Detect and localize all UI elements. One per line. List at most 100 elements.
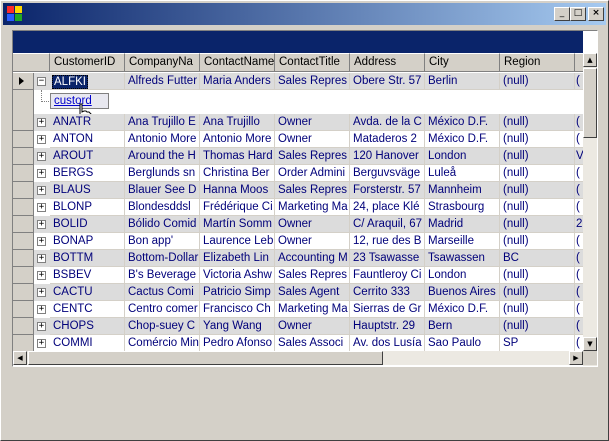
grid-cell[interactable]: BC (500, 250, 575, 267)
table-row[interactable]: + BLONP Blondesddsl Frédérique Ci Marketing … (13, 199, 585, 216)
row-header[interactable] (13, 148, 34, 165)
grid-cell[interactable]: Sales Repres (275, 148, 350, 165)
column-header[interactable]: CompanyNa (125, 53, 200, 72)
grid-cell[interactable]: CACTU (50, 284, 125, 301)
grid-cell[interactable]: Hanna Moos (200, 182, 275, 199)
grid-cell[interactable]: México D.F. (425, 301, 500, 318)
grid-cell[interactable]: (null) (500, 199, 575, 216)
grid-cell[interactable]: (null) (500, 216, 575, 233)
grid-cell[interactable]: México D.F. (425, 131, 500, 148)
grid-cell[interactable]: C/ Araquil, 67 (350, 216, 425, 233)
grid-cell[interactable]: México D.F. (425, 114, 500, 131)
table-row[interactable]: + BOTTM Bottom-Dollar Elizabeth Lin Accounti… (13, 250, 585, 267)
grid-cell[interactable]: London (425, 148, 500, 165)
vertical-scroll-thumb[interactable] (583, 68, 597, 138)
grid-cell[interactable]: Bottom-Dollar (125, 250, 200, 267)
horizontal-scroll-thumb[interactable] (28, 351, 383, 365)
table-row[interactable]: + BLAUS Blauer See D Hanna Moos Sales Repres… (13, 182, 585, 199)
grid-cell[interactable]: Centro comer (125, 301, 200, 318)
grid-cell[interactable]: (null) (500, 284, 575, 301)
grid-cell[interactable]: (null) (500, 233, 575, 250)
expand-icon[interactable]: + (34, 284, 50, 301)
grid-cell[interactable]: Maria Anders (200, 73, 275, 90)
grid-cell[interactable]: (null) (500, 301, 575, 318)
row-header[interactable] (13, 233, 34, 250)
row-header[interactable] (13, 131, 34, 148)
vertical-scrollbar[interactable]: ▲ ▼ (583, 53, 597, 366)
grid-cell[interactable]: Sales Repres (275, 267, 350, 284)
grid-cell[interactable]: Av. dos Lusía (350, 335, 425, 352)
grid-cell[interactable]: Blauer See D (125, 182, 200, 199)
expand-icon[interactable]: + (34, 318, 50, 335)
grid-cell[interactable]: (null) (500, 267, 575, 284)
table-row[interactable]: − ALFKI Alfreds Futter Maria Anders Sales Re… (13, 73, 585, 90)
grid-cell[interactable]: Owner (275, 216, 350, 233)
grid-cell[interactable]: BLONP (50, 199, 125, 216)
grid-cell[interactable]: Pedro Afonso (200, 335, 275, 352)
grid-cell[interactable]: Bon app' (125, 233, 200, 250)
table-row[interactable]: + CACTU Cactus Comi Patricio Simp Sales Agen… (13, 284, 585, 301)
grid-cell[interactable]: Yang Wang (200, 318, 275, 335)
grid-cell[interactable]: Laurence Leb (200, 233, 275, 250)
grid-cell[interactable]: BSBEV (50, 267, 125, 284)
column-header[interactable]: CustomerID (50, 53, 125, 72)
horizontal-scrollbar[interactable]: ◀ ▶ (13, 351, 583, 365)
grid-cell[interactable]: AROUT (50, 148, 125, 165)
row-header[interactable] (13, 165, 34, 182)
scroll-down-button[interactable]: ▼ (583, 337, 597, 351)
column-header[interactable]: Region (500, 53, 575, 72)
grid-cell[interactable]: Obere Str. 57 (350, 73, 425, 90)
grid-cell[interactable]: BOLID (50, 216, 125, 233)
grid-cell[interactable]: Buenos Aires (425, 284, 500, 301)
grid-cell[interactable]: Frédérique Ci (200, 199, 275, 216)
column-header[interactable]: ContactTitle (275, 53, 350, 72)
grid-cell[interactable]: (null) (500, 148, 575, 165)
grid-cell[interactable]: (null) (500, 114, 575, 131)
expand-icon[interactable]: + (34, 182, 50, 199)
grid-cell[interactable]: Comércio Min (125, 335, 200, 352)
grid-cell[interactable]: Blondesddsl (125, 199, 200, 216)
row-header[interactable] (13, 114, 34, 131)
grid-cell[interactable]: Victoria Ashw (200, 267, 275, 284)
app-icon[interactable] (7, 6, 23, 22)
scroll-right-button[interactable]: ▶ (569, 351, 583, 365)
grid-cell[interactable]: BERGS (50, 165, 125, 182)
grid-cell[interactable]: (null) (500, 73, 575, 90)
grid-cell[interactable]: Sierras de Gr (350, 301, 425, 318)
table-row[interactable]: + BSBEV B's Beverage Victoria Ashw Sales Rep… (13, 267, 585, 284)
grid-cell[interactable]: Forsterstr. 57 (350, 182, 425, 199)
row-header[interactable] (13, 250, 34, 267)
row-header[interactable] (13, 284, 34, 301)
grid-cell[interactable]: (null) (500, 182, 575, 199)
grid-cell[interactable]: Berlin (425, 73, 500, 90)
grid-cell[interactable]: Owner (275, 318, 350, 335)
grid-cell[interactable]: CHOPS (50, 318, 125, 335)
grid-cell[interactable]: Elizabeth Lin (200, 250, 275, 267)
grid-cell[interactable]: Mannheim (425, 182, 500, 199)
grid-cell[interactable]: COMMI (50, 335, 125, 352)
grid-cell[interactable]: Ana Trujillo E (125, 114, 200, 131)
expand-icon[interactable]: + (34, 267, 50, 284)
grid-cell[interactable]: Order Admini (275, 165, 350, 182)
grid-cell[interactable]: Alfreds Futter (125, 73, 200, 90)
grid-cell[interactable]: Owner (275, 131, 350, 148)
maximize-button[interactable]: □ (570, 7, 586, 21)
grid-cell[interactable]: London (425, 267, 500, 284)
grid-cell[interactable]: ALFKI (50, 73, 125, 90)
table-row[interactable]: + COMMI Comércio Min Pedro Afonso Sales Asso… (13, 335, 585, 352)
expand-icon[interactable]: + (34, 250, 50, 267)
close-button[interactable]: × (588, 7, 604, 21)
expand-icon[interactable]: + (34, 131, 50, 148)
grid-cell[interactable]: Marseille (425, 233, 500, 250)
grid-cell[interactable]: Owner (275, 233, 350, 250)
scroll-left-button[interactable]: ◀ (13, 351, 27, 365)
grid-cell[interactable]: Fauntleroy Ci (350, 267, 425, 284)
grid-cell[interactable]: Bern (425, 318, 500, 335)
grid-cell[interactable]: Hauptstr. 29 (350, 318, 425, 335)
grid-cell[interactable]: Marketing Ma (275, 199, 350, 216)
column-header[interactable]: ContactName (200, 53, 275, 72)
grid-cell[interactable]: Antonio More (125, 131, 200, 148)
row-header[interactable] (13, 267, 34, 284)
grid-cell[interactable]: BLAUS (50, 182, 125, 199)
grid-cell[interactable]: Accounting M (275, 250, 350, 267)
